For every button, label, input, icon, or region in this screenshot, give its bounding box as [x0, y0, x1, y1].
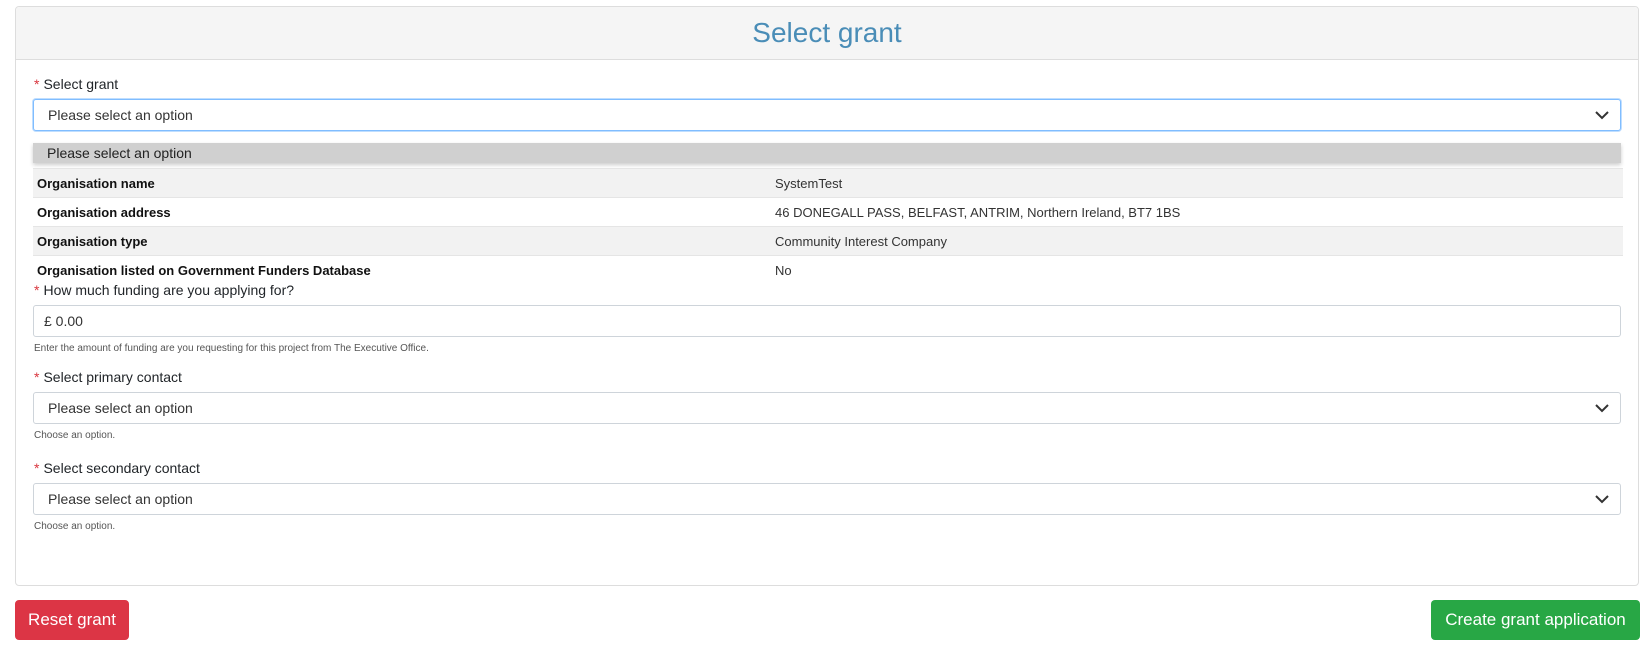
- required-asterisk: *: [34, 76, 40, 92]
- org-address-key: Organisation address: [33, 197, 771, 227]
- org-type-key: Organisation type: [33, 226, 771, 256]
- funding-amount-input[interactable]: £ 0.00: [33, 305, 1621, 337]
- org-type-value: Community Interest Company: [771, 226, 1623, 256]
- table-row: Organisation address 46 DONEGALL PASS, B…: [33, 197, 1623, 227]
- grant-option-placeholder[interactable]: Please select an option: [33, 143, 1621, 163]
- org-name-key: Organisation name: [33, 168, 771, 198]
- secondary-contact-select[interactable]: Please select an option: [33, 483, 1621, 515]
- required-asterisk: *: [34, 282, 40, 298]
- create-grant-application-button[interactable]: Create grant application: [1431, 600, 1640, 640]
- reset-grant-button[interactable]: Reset grant: [15, 600, 129, 640]
- table-row: Organisation name SystemTest: [33, 168, 1623, 198]
- secondary-contact-label: * Select secondary contact: [34, 460, 200, 476]
- chevron-down-icon: [1595, 495, 1609, 504]
- funding-label: * How much funding are you applying for?: [34, 282, 295, 298]
- page-title: Select grant: [752, 17, 902, 48]
- select-grant-panel: Select grant * Select grant Please select…: [15, 6, 1639, 586]
- primary-contact-label: * Select primary contact: [34, 369, 182, 385]
- required-asterisk: *: [34, 369, 40, 385]
- secondary-contact-help-text: Choose an option.: [34, 521, 116, 532]
- org-address-value: 46 DONEGALL PASS, BELFAST, ANTRIM, North…: [771, 197, 1623, 227]
- primary-contact-help-text: Choose an option.: [34, 430, 116, 441]
- organisation-details-table: Organisation name SystemTest Organisatio…: [33, 168, 1623, 284]
- primary-contact-select[interactable]: Please select an option: [33, 392, 1621, 424]
- panel-header: Select grant: [16, 7, 1638, 60]
- org-name-value: SystemTest: [771, 168, 1623, 198]
- grant-select[interactable]: Please select an option: [33, 99, 1621, 131]
- chevron-down-icon: [1595, 404, 1609, 413]
- chevron-down-icon: [1595, 111, 1609, 120]
- org-gfd-value: No: [771, 255, 1623, 284]
- funding-help-text: Enter the amount of funding are you requ…: [34, 343, 429, 354]
- select-grant-label: * Select grant: [34, 76, 119, 92]
- required-asterisk: *: [34, 460, 40, 476]
- table-row: Organisation type Community Interest Com…: [33, 226, 1623, 256]
- table-row: Organisation listed on Government Funder…: [33, 255, 1623, 284]
- org-gfd-key: Organisation listed on Government Funder…: [33, 255, 771, 284]
